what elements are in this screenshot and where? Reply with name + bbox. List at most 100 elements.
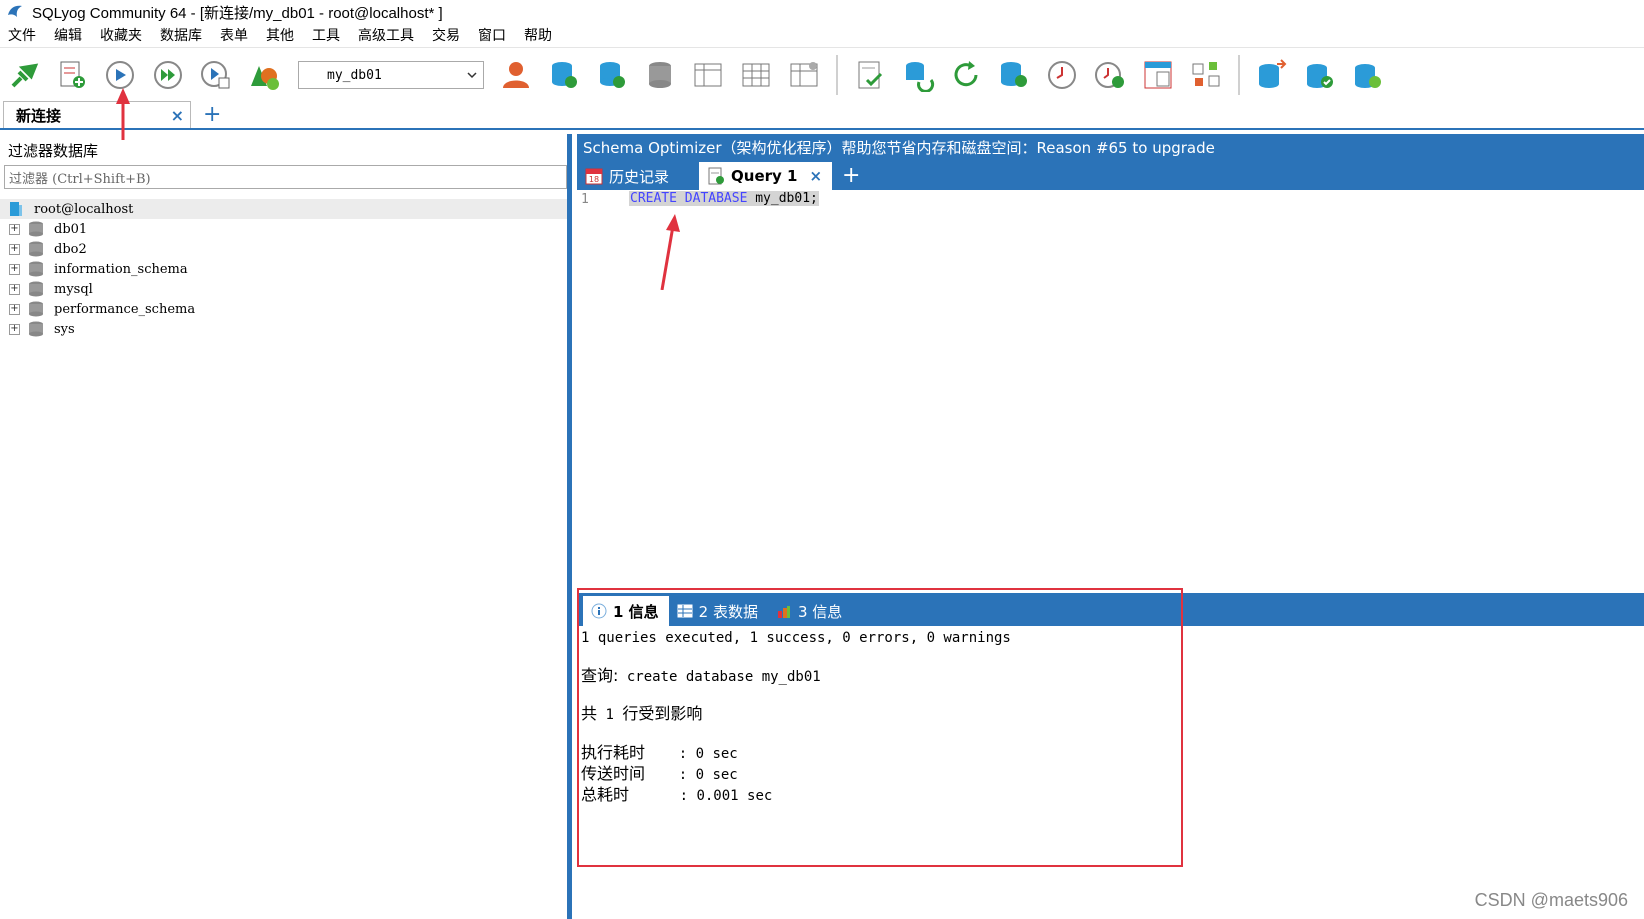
- execute-all-button[interactable]: [148, 55, 188, 95]
- expand-icon[interactable]: +: [9, 243, 20, 255]
- database-icon: [29, 321, 43, 337]
- toolbar: my_db01: [0, 50, 1644, 100]
- calendar-icon: 18: [585, 168, 603, 185]
- query-tab-bar: 18 历史记录 Query 1 × +: [577, 160, 1644, 190]
- table-structure-button[interactable]: [688, 55, 728, 95]
- menu-help[interactable]: 帮助: [515, 24, 561, 48]
- table-settings-icon: [790, 62, 818, 87]
- new-query-icon: [60, 61, 85, 88]
- tab-table-data[interactable]: 2 表数据: [669, 596, 768, 626]
- upgrade-banner[interactable]: Schema Optimizer（架构优化程序）帮助您节省内存和磁盘空间：Rea…: [577, 134, 1644, 160]
- tab-query-1[interactable]: Query 1 ×: [699, 162, 833, 190]
- tree-item-mysql[interactable]: + mysql: [0, 279, 567, 299]
- result-exec-time: 执行耗时 : 0 sec: [581, 743, 1644, 764]
- layout-window-icon: [1144, 61, 1172, 89]
- result-transfer-time: 传送时间 : 0 sec: [581, 764, 1644, 785]
- scheduler-button[interactable]: [1042, 55, 1082, 95]
- result-affected-line: 共 1 行受到影响: [581, 704, 1644, 725]
- tab-query-label: Query 1: [731, 167, 798, 185]
- table-icon: [677, 604, 693, 618]
- connection-tab-bar: 新连接 × +: [0, 101, 1644, 130]
- tab-message[interactable]: 1 信息: [583, 596, 669, 626]
- menu-file[interactable]: 文件: [0, 24, 45, 48]
- menu-database[interactable]: 数据库: [151, 24, 211, 48]
- connection-tab[interactable]: 新连接 ×: [3, 101, 191, 128]
- title-bar: SQLyog Community 64 - [新连接/my_db01 - roo…: [0, 0, 1644, 24]
- menu-table[interactable]: 表单: [211, 24, 257, 48]
- create-database-button[interactable]: [544, 55, 584, 95]
- tab-history[interactable]: 18 历史记录: [577, 162, 679, 190]
- database-icon: [29, 281, 43, 297]
- tree-item-label: performance_schema: [54, 301, 196, 317]
- schema-sync-button[interactable]: [1138, 55, 1178, 95]
- new-connection-button[interactable]: [4, 55, 44, 95]
- sql-keyword: CREATE DATABASE: [630, 191, 748, 206]
- database-props-button[interactable]: [640, 55, 680, 95]
- tree-item-label: db01: [54, 221, 88, 237]
- expand-icon[interactable]: +: [9, 303, 20, 315]
- database-restore-button[interactable]: [1348, 55, 1388, 95]
- sql-statement[interactable]: CREATE DATABASE my_db01;: [629, 191, 819, 206]
- tab-info[interactable]: 3 信息: [768, 596, 852, 626]
- table-data-button[interactable]: [736, 55, 776, 95]
- tree-root-server[interactable]: root@localhost: [0, 199, 567, 219]
- execute-edit-button[interactable]: [196, 55, 236, 95]
- tab-history-label: 历史记录: [609, 167, 670, 186]
- close-icon[interactable]: ×: [809, 167, 822, 185]
- tab-info-label: 3 信息: [797, 602, 843, 621]
- expand-icon[interactable]: +: [9, 323, 20, 335]
- tree-item-label: information_schema: [54, 261, 188, 277]
- tree-item-sys[interactable]: + sys: [0, 319, 567, 339]
- import-button[interactable]: [994, 55, 1034, 95]
- new-query-button[interactable]: [52, 55, 92, 95]
- expand-icon[interactable]: +: [9, 263, 20, 275]
- watermark: CSDN @maets906: [1474, 890, 1628, 910]
- connection-tab-label: 新连接: [16, 106, 62, 125]
- menu-window[interactable]: 窗口: [469, 24, 515, 48]
- query-document-icon: [708, 167, 725, 185]
- expand-icon[interactable]: +: [9, 283, 20, 295]
- object-browser: 过滤器数据库 过滤器 (Ctrl+Shift+B) root@localhost…: [0, 134, 572, 919]
- database-check-button[interactable]: [1300, 55, 1340, 95]
- add-connection-tab-button[interactable]: +: [203, 102, 221, 128]
- menu-advanced-tools[interactable]: 高级工具: [349, 24, 423, 48]
- sync-database-button[interactable]: [898, 55, 938, 95]
- menu-tools[interactable]: 工具: [303, 24, 349, 48]
- tree-item-db01[interactable]: + db01: [0, 219, 567, 239]
- query-builder-button[interactable]: [850, 55, 890, 95]
- schema-designer-button[interactable]: [244, 55, 284, 95]
- result-summary: 1 queries executed, 1 success, 0 errors,…: [581, 630, 1011, 646]
- refresh-button[interactable]: [946, 55, 986, 95]
- database-select[interactable]: my_db01: [298, 61, 484, 89]
- database-export-icon: [600, 62, 625, 88]
- copy-database-button[interactable]: [1252, 55, 1292, 95]
- connect-plug-icon: [11, 63, 39, 88]
- sql-editor[interactable]: 1 CREATE DATABASE my_db01;: [577, 190, 1644, 590]
- table-index-button[interactable]: [784, 55, 824, 95]
- tree-item-information-schema[interactable]: + information_schema: [0, 259, 567, 279]
- menu-others[interactable]: 其他: [257, 24, 303, 48]
- sqlyog-dolphin-icon: [8, 5, 22, 17]
- execute-query-button[interactable]: [100, 55, 140, 95]
- database-tree: root@localhost + db01 + dbo2 + informati…: [0, 199, 567, 339]
- user-manager-button[interactable]: [496, 55, 536, 95]
- menu-favorites[interactable]: 收藏夹: [91, 24, 151, 48]
- table-edit-icon: [694, 63, 722, 87]
- run-job-button[interactable]: [1090, 55, 1130, 95]
- tree-item-dbo2[interactable]: + dbo2: [0, 239, 567, 259]
- window-title: SQLyog Community 64 - [新连接/my_db01 - roo…: [32, 4, 443, 22]
- result-query-label: 查询:: [581, 666, 619, 685]
- add-query-tab-button[interactable]: +: [842, 162, 860, 190]
- menu-transaction[interactable]: 交易: [423, 24, 469, 48]
- close-icon[interactable]: ×: [171, 106, 184, 125]
- database-check-icon: [1307, 64, 1333, 88]
- menu-edit[interactable]: 编辑: [45, 24, 91, 48]
- data-sync-button[interactable]: [1186, 55, 1226, 95]
- filter-input[interactable]: 过滤器 (Ctrl+Shift+B): [4, 165, 567, 189]
- database-icon: [29, 301, 43, 317]
- backup-database-button[interactable]: [592, 55, 632, 95]
- fast-forward-icon: [154, 61, 182, 89]
- transfer-time-value: : 0 sec: [645, 767, 738, 783]
- tree-item-performance-schema[interactable]: + performance_schema: [0, 299, 567, 319]
- expand-icon[interactable]: +: [9, 223, 20, 235]
